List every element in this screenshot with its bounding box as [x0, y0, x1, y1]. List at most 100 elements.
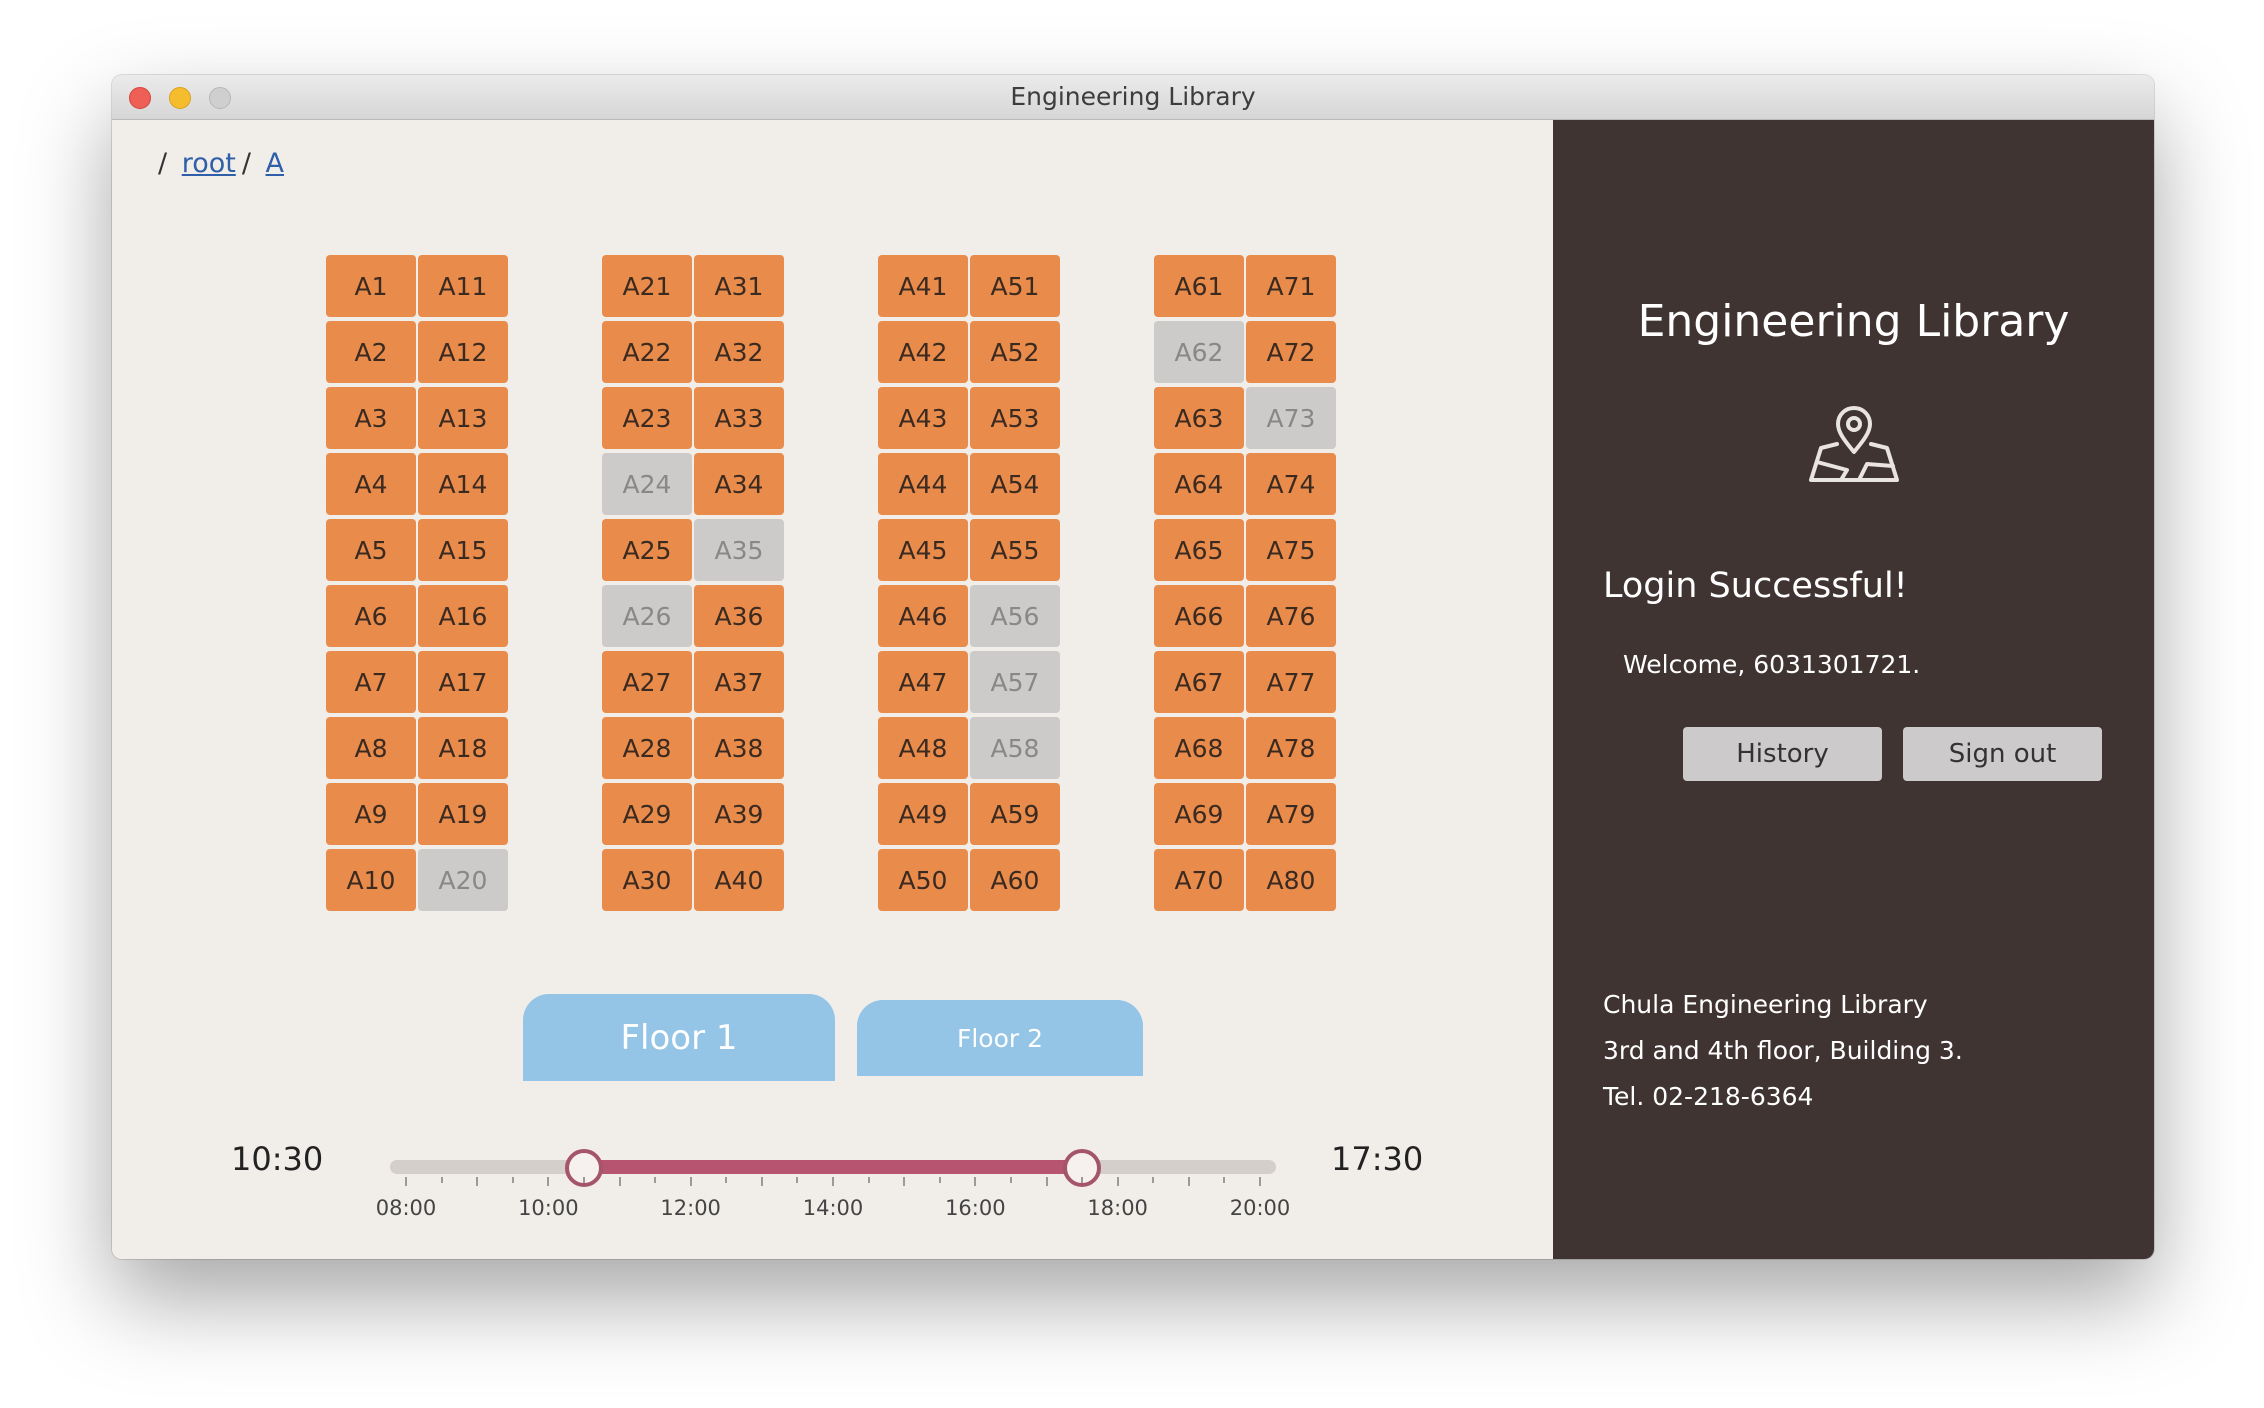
- seat-button[interactable]: A22: [602, 321, 692, 383]
- seat-button[interactable]: A48: [878, 717, 968, 779]
- breadcrumb-root-link[interactable]: root: [182, 148, 236, 179]
- seat-button[interactable]: A34: [694, 453, 784, 515]
- seat-button[interactable]: A41: [878, 255, 968, 317]
- seat-button[interactable]: A70: [1154, 849, 1244, 911]
- seat-button[interactable]: A65: [1154, 519, 1244, 581]
- seat-button[interactable]: A3: [326, 387, 416, 449]
- seat-button[interactable]: A13: [418, 387, 508, 449]
- seat-button[interactable]: A20: [418, 849, 508, 911]
- seat-button[interactable]: A62: [1154, 321, 1244, 383]
- seat-button[interactable]: A26: [602, 585, 692, 647]
- breadcrumb: / root / A: [158, 148, 290, 179]
- seat-button[interactable]: A23: [602, 387, 692, 449]
- seat-button[interactable]: A73: [1246, 387, 1336, 449]
- seat-button[interactable]: A78: [1246, 717, 1336, 779]
- seat-button[interactable]: A50: [878, 849, 968, 911]
- floor-2-tab[interactable]: Floor 2: [857, 1000, 1143, 1076]
- seat-button[interactable]: A2: [326, 321, 416, 383]
- time-tick: [547, 1177, 550, 1186]
- seat-button[interactable]: A10: [326, 849, 416, 911]
- seat-button[interactable]: A35: [694, 519, 784, 581]
- history-button[interactable]: History: [1683, 727, 1882, 781]
- seat-button[interactable]: A31: [694, 255, 784, 317]
- sidebar: Engineering Library Login Successful! We…: [1553, 120, 2154, 1259]
- app-window: Engineering Library / root / A A1 A11 A2 A12…: [112, 75, 2154, 1259]
- seat-button[interactable]: A42: [878, 321, 968, 383]
- seat-button[interactable]: A8: [326, 717, 416, 779]
- breadcrumb-separator: /: [158, 148, 168, 179]
- seat-button[interactable]: A18: [418, 717, 508, 779]
- seat-button[interactable]: A79: [1246, 783, 1336, 845]
- seat-button[interactable]: A46: [878, 585, 968, 647]
- seat-button[interactable]: A72: [1246, 321, 1336, 383]
- seat-button[interactable]: A25: [602, 519, 692, 581]
- time-tick: [867, 1177, 870, 1183]
- seat-button[interactable]: A75: [1246, 519, 1336, 581]
- seat-button[interactable]: A39: [694, 783, 784, 845]
- seat-button[interactable]: A55: [970, 519, 1060, 581]
- seat-button[interactable]: A17: [418, 651, 508, 713]
- seat-button[interactable]: A44: [878, 453, 968, 515]
- time-tick-label: 08:00: [375, 1196, 437, 1220]
- time-tick: [1259, 1177, 1261, 1186]
- seat-button[interactable]: A63: [1154, 387, 1244, 449]
- seat-button[interactable]: A51: [970, 255, 1060, 317]
- seat-button[interactable]: A12: [418, 321, 508, 383]
- seat-button[interactable]: A54: [970, 453, 1060, 515]
- seat-button[interactable]: A57: [970, 651, 1060, 713]
- seat-button[interactable]: A43: [878, 387, 968, 449]
- seat-button[interactable]: A61: [1154, 255, 1244, 317]
- seat-button[interactable]: A76: [1246, 585, 1336, 647]
- sign-out-button[interactable]: Sign out: [1903, 727, 2102, 781]
- seat-button[interactable]: A45: [878, 519, 968, 581]
- seat-button[interactable]: A30: [602, 849, 692, 911]
- seat-button[interactable]: A49: [878, 783, 968, 845]
- map-pin-icon: [1809, 406, 1899, 482]
- time-tick-label: 20:00: [1229, 1196, 1291, 1220]
- floor-1-tab[interactable]: Floor 1: [523, 994, 835, 1081]
- time-tick: [725, 1177, 728, 1183]
- seat-button[interactable]: A4: [326, 453, 416, 515]
- seat-button[interactable]: A36: [694, 585, 784, 647]
- seat-button[interactable]: A69: [1154, 783, 1244, 845]
- seat-button[interactable]: A52: [970, 321, 1060, 383]
- end-time-label: 17:30: [1331, 1140, 1424, 1178]
- seat-button[interactable]: A53: [970, 387, 1060, 449]
- seat-button[interactable]: A9: [326, 783, 416, 845]
- seat-button[interactable]: A58: [970, 717, 1060, 779]
- seat-button[interactable]: A59: [970, 783, 1060, 845]
- seat-button[interactable]: A21: [602, 255, 692, 317]
- seat-button[interactable]: A6: [326, 585, 416, 647]
- seat-button[interactable]: A37: [694, 651, 784, 713]
- seat-button[interactable]: A33: [694, 387, 784, 449]
- seat-button[interactable]: A16: [418, 585, 508, 647]
- seat-button[interactable]: A56: [970, 585, 1060, 647]
- seat-button[interactable]: A15: [418, 519, 508, 581]
- seat-button[interactable]: A7: [326, 651, 416, 713]
- seat-button[interactable]: A5: [326, 519, 416, 581]
- seat-button[interactable]: A1: [326, 255, 416, 317]
- seat-button[interactable]: A24: [602, 453, 692, 515]
- seat-button[interactable]: A71: [1246, 255, 1336, 317]
- breadcrumb-zone-link[interactable]: A: [266, 148, 284, 179]
- seat-button[interactable]: A40: [694, 849, 784, 911]
- seat-button[interactable]: A64: [1154, 453, 1244, 515]
- seat-button[interactable]: A60: [970, 849, 1060, 911]
- seat-button[interactable]: A47: [878, 651, 968, 713]
- seat-button[interactable]: A11: [418, 255, 508, 317]
- seat-button[interactable]: A19: [418, 783, 508, 845]
- seat-button[interactable]: A80: [1246, 849, 1336, 911]
- seat-button[interactable]: A32: [694, 321, 784, 383]
- seat-button[interactable]: A14: [418, 453, 508, 515]
- seat-button[interactable]: A67: [1154, 651, 1244, 713]
- seat-button[interactable]: A77: [1246, 651, 1336, 713]
- time-range-slider-track[interactable]: [390, 1160, 1276, 1174]
- time-tick: [760, 1177, 763, 1186]
- seat-button[interactable]: A68: [1154, 717, 1244, 779]
- seat-button[interactable]: A74: [1246, 453, 1336, 515]
- seat-button[interactable]: A29: [602, 783, 692, 845]
- seat-button[interactable]: A27: [602, 651, 692, 713]
- seat-button[interactable]: A38: [694, 717, 784, 779]
- seat-button[interactable]: A66: [1154, 585, 1244, 647]
- seat-button[interactable]: A28: [602, 717, 692, 779]
